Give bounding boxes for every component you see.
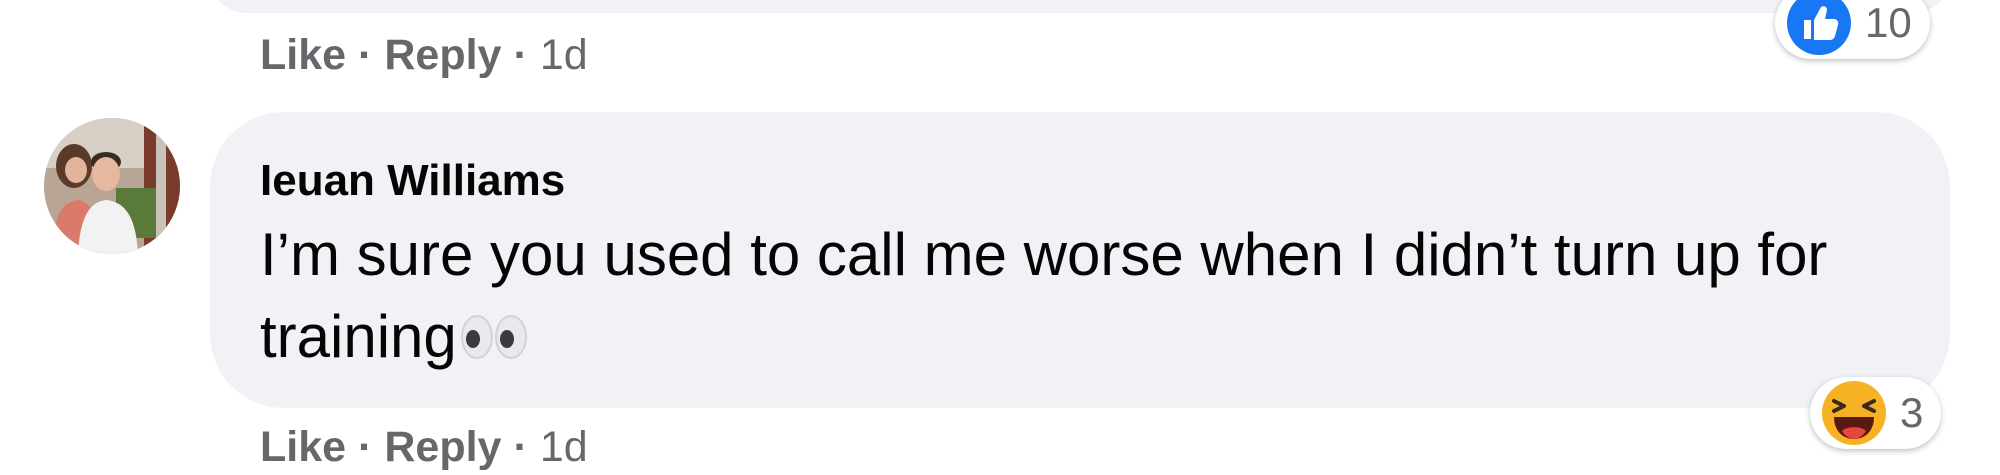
previous-comment-reactions[interactable]: 10 bbox=[1775, 0, 1930, 59]
comment-thread: Like · Reply · 1d 10 Ieuan Williams I’m … bbox=[0, 0, 2000, 475]
avatar-photo bbox=[44, 118, 180, 254]
reaction-count: 3 bbox=[1900, 389, 1924, 436]
separator-dot: · bbox=[358, 31, 373, 79]
comment-actions: Like · Reply · 1d bbox=[260, 423, 588, 472]
comment-author[interactable]: Ieuan Williams bbox=[260, 156, 565, 206]
avatar[interactable] bbox=[44, 118, 180, 254]
comment-text-container: I’m sure you used to call me worse when … bbox=[260, 214, 1900, 378]
previous-comment-actions: Like · Reply · 1d bbox=[260, 31, 588, 80]
previous-comment-bubble bbox=[210, 0, 1950, 13]
like-button[interactable]: Like bbox=[260, 31, 346, 80]
reaction-count: 10 bbox=[1865, 0, 1912, 46]
separator-dot: · bbox=[513, 31, 528, 79]
separator-dot: · bbox=[513, 423, 528, 471]
like-button[interactable]: Like bbox=[260, 423, 346, 472]
comment-timestamp[interactable]: 1d bbox=[540, 423, 588, 472]
laughing-face-icon bbox=[1822, 381, 1886, 445]
comment-timestamp[interactable]: 1d bbox=[540, 31, 588, 80]
separator-dot: · bbox=[358, 423, 373, 471]
comment-bubble: Ieuan Williams I’m sure you used to call… bbox=[210, 112, 1950, 408]
eyes-icon bbox=[460, 315, 527, 359]
comment-reactions[interactable]: 3 bbox=[1810, 377, 1942, 449]
reply-button[interactable]: Reply bbox=[384, 423, 501, 472]
like-thumb-icon bbox=[1787, 0, 1851, 55]
reply-button[interactable]: Reply bbox=[384, 31, 501, 80]
